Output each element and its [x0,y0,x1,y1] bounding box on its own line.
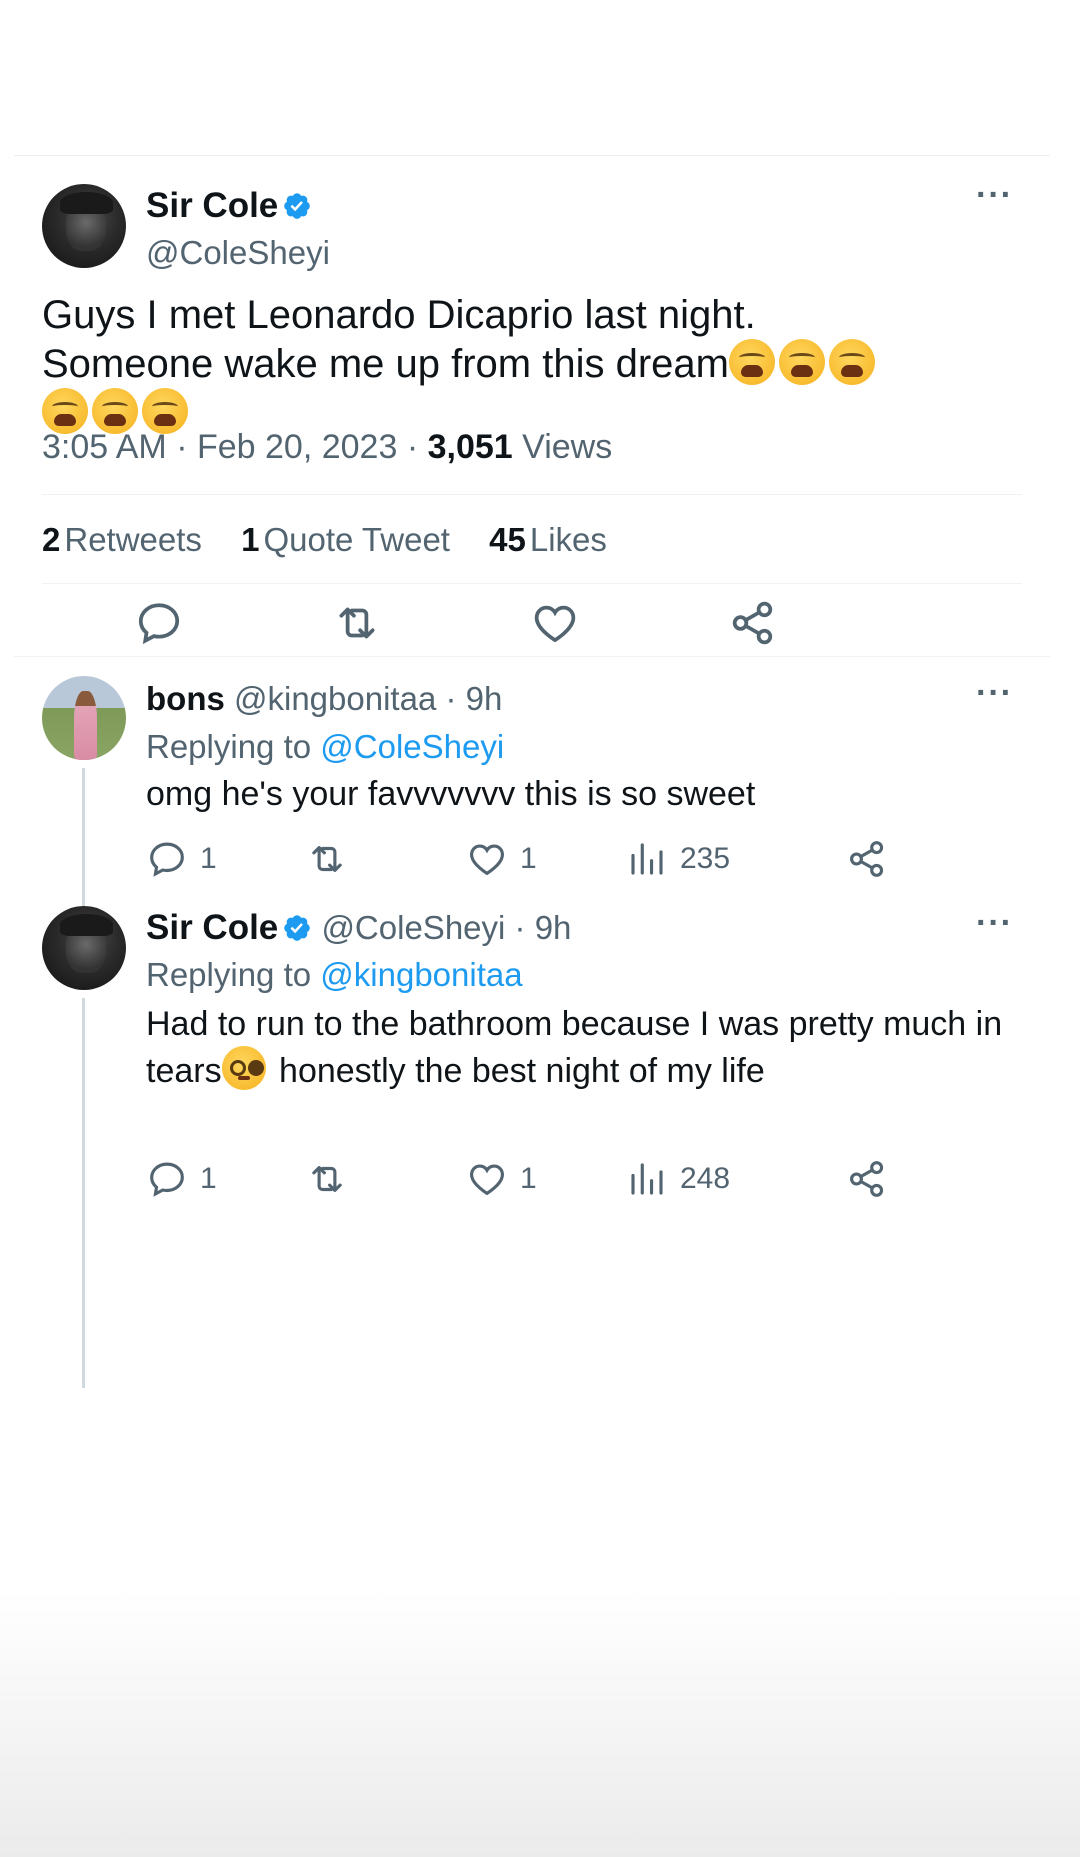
view-count: 248 [680,1162,731,1195]
views-count: 3,051 [427,428,513,466]
retweet-icon[interactable] [332,598,382,648]
weary-face-emoji [778,339,825,385]
retweets-stat[interactable]: 2 Retweets [42,521,202,558]
heart-icon[interactable] [530,598,580,648]
verified-badge-icon [284,915,311,941]
avatar[interactable] [42,184,126,268]
tweet-date[interactable]: Feb 20, 2023 [197,428,397,466]
reply-icon[interactable] [134,598,184,648]
reply-count: 1 [200,842,217,875]
views-chart-icon [631,843,663,875]
reply-header: bons @kingbonitaa · 9h [146,680,503,717]
more-options-icon[interactable]: ··· [976,904,1013,943]
avatar[interactable] [42,676,126,760]
tweet-time[interactable]: 3:05 AM [42,428,167,466]
views-chart-icon [631,1163,663,1195]
tweet-text: Guys I met Leonardo Dicaprio last night.… [42,291,1032,437]
reply-action-bar: 1 1 235 [146,836,1026,886]
verified-badge-icon [284,193,311,219]
retweet-icon [312,1166,342,1192]
like-count: 1 [520,842,537,875]
reply-time[interactable]: 9h [466,680,503,717]
retweet-button[interactable] [306,1156,360,1202]
tweet-stats: 2 Retweets 1 Quote Tweet 45 Likes [42,521,637,559]
author-handle[interactable]: @ColeSheyi [146,234,330,272]
replying-to-link[interactable]: @kingbonitaa [320,956,522,993]
heart-icon [470,844,504,876]
reply-header: Sir Cole @ColeSheyi · 9h [146,908,572,947]
divider [42,583,1022,584]
more-options-icon[interactable]: ··· [976,674,1013,713]
replying-to: Replying to @ColeSheyi [146,728,505,765]
quote-tweets-stat[interactable]: 1 Quote Tweet [241,521,450,558]
reply-text: Had to run to the bathroom because I was… [146,1005,1003,1090]
replying-to-link[interactable]: @ColeSheyi [320,728,504,765]
retweet-button[interactable] [306,836,360,882]
like-count: 1 [520,1162,537,1195]
background-fade [0,1590,1080,1857]
share-icon[interactable] [728,598,778,648]
reply-time[interactable]: 9h [535,909,572,946]
views-button[interactable]: 235 [626,836,730,882]
more-options-icon[interactable]: ··· [976,176,1013,215]
divider [14,656,1050,657]
reply-icon [150,1162,184,1197]
thread-line [82,768,85,908]
reply-action-bar: 1 1 248 [146,1156,1026,1206]
reply-count: 1 [200,1162,217,1195]
reply-author-name[interactable]: Sir Cole [146,908,278,947]
reply-button[interactable]: 1 [146,836,217,882]
reply-icon [150,842,184,877]
reply-button[interactable]: 1 [146,1156,217,1202]
reply-author-name[interactable]: bons [146,680,225,717]
retweet-icon [312,846,342,872]
views-button[interactable]: 248 [626,1156,730,1202]
tweet-card: Sir Cole @ColeSheyi ··· Guys I met Leona… [14,155,1050,1441]
like-button[interactable]: 1 [466,1156,537,1202]
replying-to: Replying to @kingbonitaa [146,956,523,993]
share-icon [850,1161,884,1197]
reply-author-handle[interactable]: @kingbonitaa [234,680,436,717]
heart-icon [470,1164,504,1196]
weary-face-emoji [728,339,775,385]
share-icon [850,841,884,877]
tweet-meta: 3:05 AM · Feb 20, 2023 · 3,051 Views [42,428,613,466]
likes-stat[interactable]: 45 Likes [489,521,607,558]
pleading-face-emoji [221,1046,266,1090]
tweet-action-bar [14,586,1050,656]
share-button[interactable] [846,1156,900,1202]
reply-text: omg he's your favvvvvvv this is so sweet [146,775,756,813]
views-label: Views [522,428,613,466]
weary-face-emoji [828,339,875,385]
author-name[interactable]: Sir Cole [146,186,312,226]
thread-line [82,998,85,1388]
like-button[interactable]: 1 [466,836,537,882]
avatar[interactable] [42,906,126,990]
share-button[interactable] [846,836,900,882]
view-count: 235 [680,842,731,875]
divider [42,494,1022,495]
reply-author-handle[interactable]: @ColeSheyi [321,909,505,946]
